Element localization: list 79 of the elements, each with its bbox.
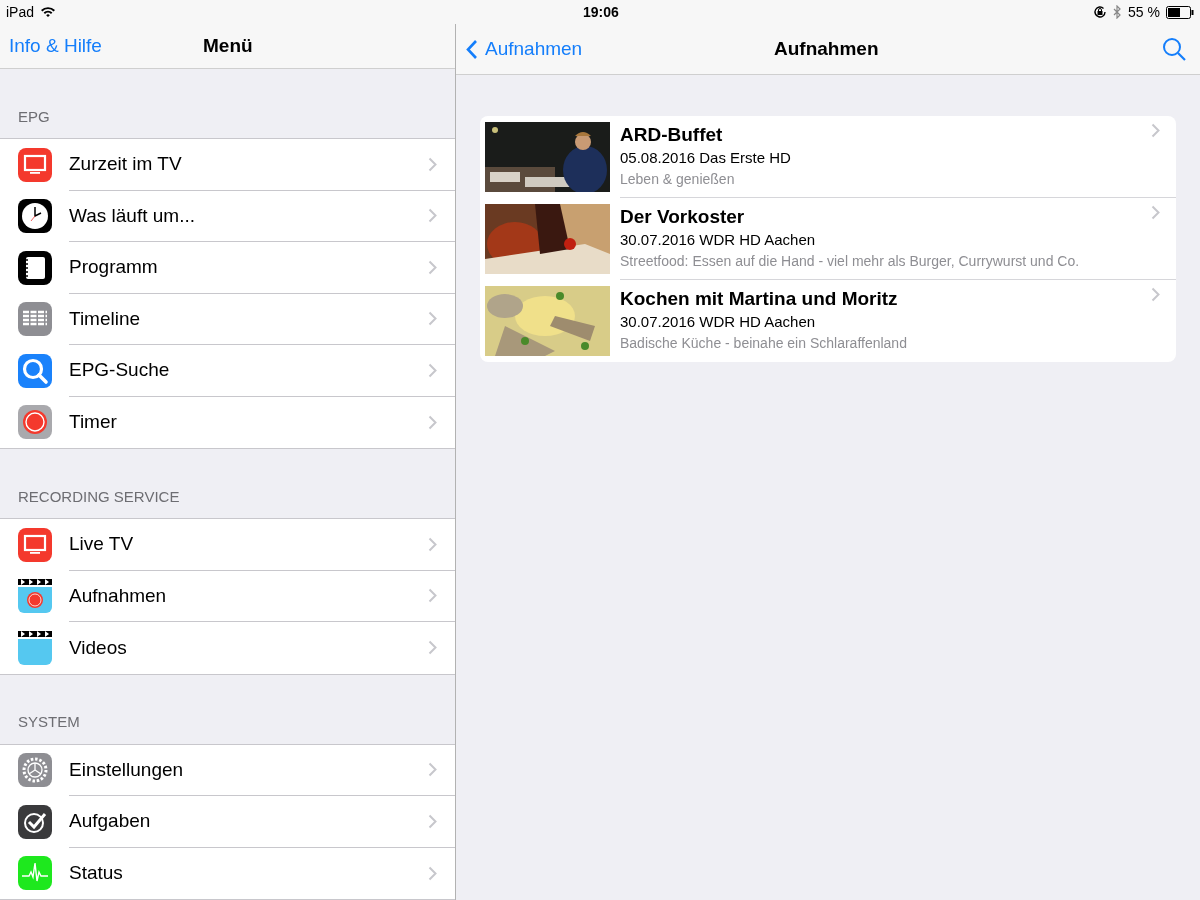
wifi-icon bbox=[40, 6, 57, 18]
menu-item-label: Aufnahmen bbox=[69, 583, 168, 608]
record-icon bbox=[18, 405, 52, 440]
bluetooth-icon bbox=[1113, 5, 1123, 19]
chevron-icon bbox=[428, 640, 437, 656]
menu-item[interactable]: EPG-Suche bbox=[0, 345, 455, 397]
device-name: iPad bbox=[6, 2, 35, 22]
chevron-icon bbox=[428, 762, 437, 778]
chevron-icon bbox=[428, 414, 437, 430]
menu-item[interactable]: Aufgaben bbox=[0, 796, 455, 848]
recording-info: 30.07.2016 WDR HD Aachen bbox=[620, 230, 817, 250]
menu-item-label: Einstellungen bbox=[69, 757, 185, 782]
menu-item[interactable]: Was läuft um... bbox=[0, 190, 455, 242]
recording-subtitle: Streetfood: Essen auf die Hand - viel mehr als Burger, Currywurst und Co. bbox=[620, 252, 1081, 271]
recording-subtitle: Leben & genießen bbox=[620, 170, 736, 189]
menu-item[interactable]: Live TV bbox=[0, 519, 455, 571]
battery-percent: 55 % bbox=[1128, 2, 1160, 22]
menu-item[interactable]: Timer bbox=[0, 396, 455, 448]
timeline-icon bbox=[18, 302, 52, 337]
clapperboard-icon bbox=[18, 579, 52, 614]
menu-item-label: Timer bbox=[69, 410, 118, 434]
chevron-icon bbox=[428, 208, 437, 224]
menu-item-label: EPG-Suche bbox=[69, 358, 171, 382]
recording-title: ARD-Buffet bbox=[620, 123, 724, 147]
menu-item-label: Aufgaben bbox=[69, 809, 152, 833]
back-chevron-icon bbox=[465, 38, 478, 60]
section-header: EPG bbox=[18, 106, 50, 127]
chevron-icon bbox=[428, 536, 437, 552]
tv-icon bbox=[18, 527, 52, 562]
menu-item[interactable]: Aufnahmen bbox=[0, 570, 455, 622]
menu-item[interactable]: Status bbox=[0, 847, 455, 899]
menu-item-label: Zurzeit im TV bbox=[69, 152, 183, 176]
search-icon[interactable] bbox=[1162, 36, 1187, 62]
search-icon bbox=[18, 353, 52, 388]
menu-item[interactable]: Programm bbox=[0, 242, 455, 294]
page-title: Aufnahmen bbox=[774, 36, 879, 61]
clock-time: 19:06 bbox=[583, 2, 619, 22]
chevron-icon bbox=[428, 259, 437, 275]
menu-item[interactable]: Videos bbox=[0, 622, 455, 674]
menu-item-label: Status bbox=[69, 861, 124, 885]
section-header: RECORDING SERVICE bbox=[18, 486, 180, 507]
menu-item-label: Programm bbox=[69, 255, 159, 279]
recording-title: Der Vorkoster bbox=[620, 205, 746, 229]
gear-icon bbox=[18, 753, 52, 788]
menu-item-label: Was läuft um... bbox=[69, 203, 196, 228]
notebook-icon bbox=[18, 250, 52, 285]
rotation-lock-icon bbox=[1093, 5, 1108, 19]
chevron-icon bbox=[428, 865, 437, 881]
chevron-icon bbox=[1151, 287, 1160, 302]
section-header: SYSTEM bbox=[18, 712, 80, 732]
menu-title: Menü bbox=[203, 33, 253, 58]
clapperboard-icon bbox=[18, 630, 52, 665]
checkmark-icon bbox=[18, 804, 52, 839]
menu-item-label: Live TV bbox=[69, 532, 135, 556]
recording-item[interactable]: Der Vorkoster 30.07.2016 WDR HD Aachen Streetfood: Essen auf die Hand - viel mehr als Burger, Currywurst und Co. bbox=[480, 198, 1176, 280]
recording-subtitle: Badische Küche - beinahe ein Schlaraffenland bbox=[620, 334, 908, 353]
recording-title: Kochen mit Martina und Moritz bbox=[620, 287, 899, 311]
menu-item[interactable]: Einstellungen bbox=[0, 744, 455, 796]
recording-item[interactable]: Kochen mit Martina und Moritz 30.07.2016 WDR HD Aachen Badische Küche - beinahe ein Schlaraffenland bbox=[480, 280, 1176, 362]
recording-info: 30.07.2016 WDR HD Aachen bbox=[620, 312, 817, 332]
menu-item[interactable]: Zurzeit im TV bbox=[0, 139, 455, 191]
recording-item[interactable]: ARD-Buffet 05.08.2016 Das Erste HD Leben & genießen bbox=[480, 116, 1176, 198]
menu-item-label: Timeline bbox=[69, 306, 142, 331]
recording-info: 05.08.2016 Das Erste HD bbox=[620, 148, 792, 168]
tv-icon bbox=[18, 147, 52, 182]
pulse-icon bbox=[18, 856, 52, 891]
chevron-icon bbox=[428, 156, 437, 172]
chevron-icon bbox=[1151, 123, 1160, 138]
chevron-icon bbox=[428, 311, 437, 327]
clock-icon bbox=[18, 199, 52, 234]
menu-item-label: Videos bbox=[69, 635, 128, 660]
chevron-icon bbox=[428, 813, 437, 829]
chevron-icon bbox=[428, 362, 437, 378]
menu-item[interactable]: Timeline bbox=[0, 293, 455, 345]
battery-icon bbox=[1166, 5, 1194, 19]
chevron-icon bbox=[428, 588, 437, 604]
chevron-icon bbox=[1151, 205, 1160, 220]
info-help-link[interactable]: Info & Hilfe bbox=[9, 31, 102, 61]
back-button[interactable]: Aufnahmen bbox=[465, 34, 583, 64]
